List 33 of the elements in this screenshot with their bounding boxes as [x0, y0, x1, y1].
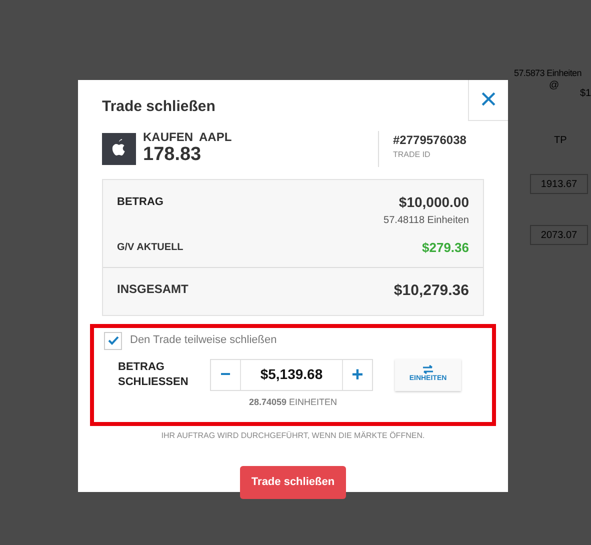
take-profit-field: 2073.07: [530, 225, 588, 245]
symbol-label: AAPL: [199, 130, 232, 143]
column-header: TP: [554, 134, 567, 148]
market-notice: IHR AUFTRAG WIRD DURCHGEFÜHRT, WENN DIE MÄRKTE ÖFFNEN.: [160, 430, 426, 442]
units-value: 57.48118 Einheiten: [384, 214, 469, 228]
close-amount-label: BETRAG SCHLIESSEN: [118, 360, 190, 390]
price-text: $1: [580, 87, 591, 101]
at-sign-text: @: [549, 79, 560, 93]
total-value: $10,279.36: [394, 281, 469, 301]
close-trade-button[interactable]: Trade schließen: [240, 466, 346, 498]
profit-loss-label: G/V AKTUELL: [117, 240, 184, 254]
apple-logo-icon: [102, 132, 136, 164]
take-profit-field: 1913.67: [530, 174, 588, 194]
profit-loss-value: $279.36: [422, 238, 469, 256]
increase-button[interactable]: +: [342, 360, 372, 390]
swap-icon: [422, 364, 434, 374]
units-text: 57.5873 Einheiten: [514, 67, 582, 80]
trade-id-label: TRADE ID: [393, 148, 432, 160]
amount-stepper[interactable]: − $5,139.68 +: [210, 358, 373, 390]
checkbox[interactable]: [104, 332, 122, 350]
decrease-button[interactable]: −: [211, 360, 241, 390]
total-label: INSGESAMT: [117, 281, 188, 298]
trade-id: #2779576038: [393, 132, 468, 148]
side-label: KAUFEN: [143, 130, 193, 143]
amount-value: $10,000.00: [398, 192, 469, 212]
checkbox-label: Den Trade teilweise schließen: [130, 333, 277, 348]
amount-input[interactable]: $5,139.68: [241, 360, 342, 390]
amount-label: BETRAG: [117, 194, 164, 210]
dialog-title: Trade schließen: [102, 97, 216, 117]
units-equivalent: 28.74059 EINHEITEN: [248, 396, 338, 408]
close-button[interactable]: ×: [468, 80, 508, 121]
instrument-price: 178.83: [143, 142, 202, 166]
check-icon: [108, 336, 118, 345]
